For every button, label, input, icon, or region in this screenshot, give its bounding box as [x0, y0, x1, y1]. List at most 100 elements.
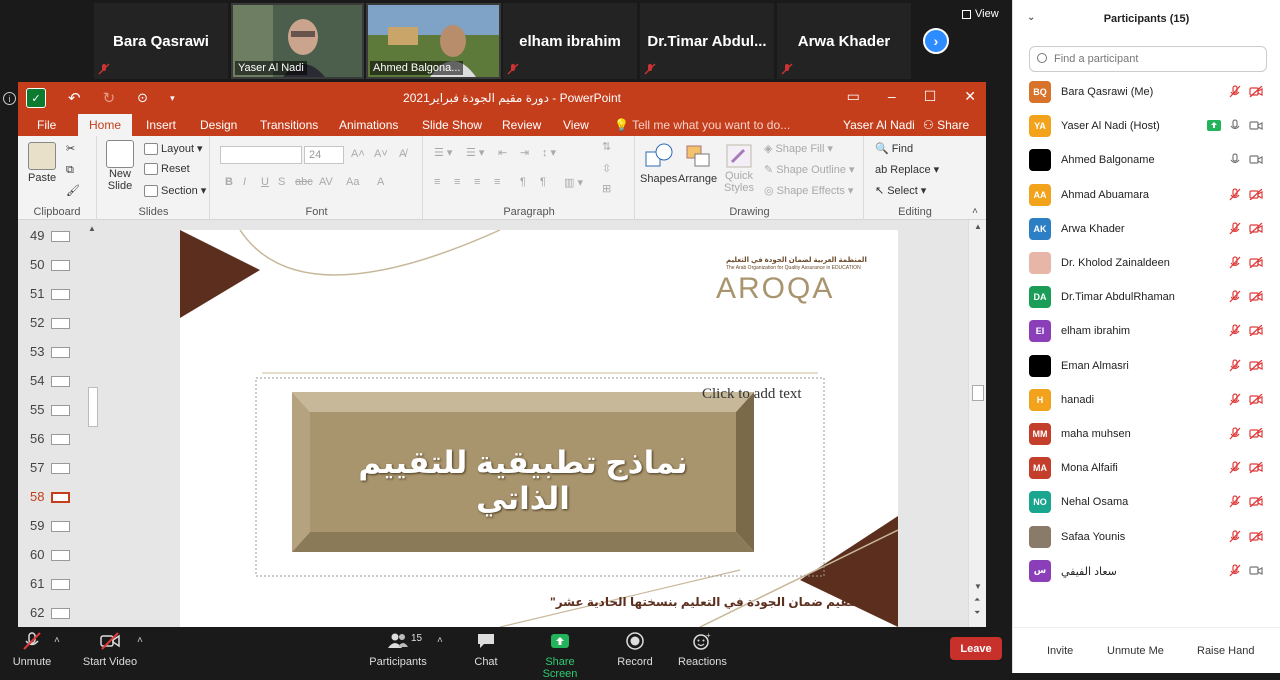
participant-row[interactable]: Dr. Kholod Zainaldeen [1013, 246, 1280, 280]
thumbnails-scrollbar[interactable]: ▲ [87, 222, 99, 627]
scroll-up-icon[interactable]: ▲ [974, 222, 982, 231]
shrink-font-icon[interactable]: A˅ [374, 148, 388, 160]
shadow-icon[interactable]: S [278, 176, 285, 188]
tab-insert[interactable]: Insert [146, 118, 176, 132]
slide-thumb[interactable]: 61 [18, 573, 98, 595]
participant-row[interactable]: YA Yaser Al Nadi (Host) [1013, 109, 1280, 143]
participant-row[interactable]: س سعاد الفيفي [1013, 554, 1280, 588]
participants-options-icon[interactable]: ˄ [437, 635, 443, 646]
next-slide-icon[interactable]: ⏷ [974, 608, 980, 618]
maximize-icon[interactable]: ☐ [924, 88, 937, 105]
participant-row[interactable]: BQ Bara Qasrawi (Me) [1013, 75, 1280, 109]
replace-button[interactable]: ab Replace ▾ [875, 163, 939, 177]
participant-row[interactable]: AK Arwa Khader [1013, 212, 1280, 246]
columns-icon[interactable]: ▥ ▾ [564, 176, 583, 189]
slide-thumb[interactable]: 54 [18, 370, 98, 392]
new-slide-button[interactable]: New Slide [106, 140, 134, 192]
shapes-button[interactable]: Shapes [640, 142, 677, 185]
share-button[interactable]: ⚇ Share [923, 118, 969, 132]
raise-hand-button[interactable]: Raise Hand [1189, 642, 1263, 660]
participant-row[interactable]: EI elham ibrahim [1013, 314, 1280, 348]
tab-design[interactable]: Design [200, 118, 237, 132]
participant-search-input[interactable]: Find a participant [1029, 46, 1267, 72]
grow-font-icon[interactable]: A˄ [351, 148, 365, 160]
text-direction-icon[interactable]: ⇅ [602, 140, 611, 153]
slide-thumb[interactable]: 50 [18, 254, 98, 276]
justify-icon[interactable]: ≡ [494, 176, 500, 188]
close-icon[interactable]: ✕ [964, 88, 976, 105]
slide-thumb[interactable]: 57 [18, 457, 98, 479]
scroll-down-icon[interactable]: ▼ [974, 582, 982, 591]
invite-button[interactable]: Invite [1039, 642, 1082, 660]
participant-row[interactable]: Ahmed Balgoname [1013, 143, 1280, 177]
video-tile-bara[interactable]: Bara Qasrawi [94, 3, 228, 79]
participant-row[interactable]: DA Dr.Timar AbdulRhaman [1013, 280, 1280, 314]
align-center-icon[interactable]: ≡ [454, 176, 460, 188]
scroll-up-icon[interactable]: ▲ [88, 224, 96, 233]
strikethrough-icon[interactable]: abc [295, 176, 313, 188]
rtl-icon[interactable]: ¶ [520, 176, 526, 188]
slide-thumb[interactable]: 55 [18, 399, 98, 421]
tab-review[interactable]: Review [502, 118, 541, 132]
participant-row[interactable]: MM maha muhsen [1013, 417, 1280, 451]
video-tile-ahmed[interactable]: Ahmed Balgona... [366, 3, 501, 79]
paste-button[interactable]: Paste [28, 142, 56, 184]
unmute-button[interactable]: Unmute [12, 632, 52, 668]
text-placeholder[interactable]: Click to add text [702, 386, 802, 403]
decrease-indent-icon[interactable]: ⇤ [498, 146, 507, 159]
italic-icon[interactable]: I [243, 176, 246, 188]
slide-thumb[interactable]: 52 [18, 312, 98, 334]
underline-icon[interactable]: U [261, 176, 269, 188]
tab-slide-show[interactable]: Slide Show [422, 118, 482, 132]
tab-view[interactable]: View [563, 118, 589, 132]
slide-canvas[interactable]: المنظمة العربية لضمان الجودة في التعليم … [180, 230, 898, 627]
section-button[interactable]: Section ▾ [144, 184, 206, 197]
view-button[interactable]: View [962, 8, 999, 20]
slide-main-title[interactable]: نماذج تطبيقية للتقييم الذاتي [310, 445, 736, 517]
ltr-icon[interactable]: ¶ [540, 176, 546, 188]
smartart-icon[interactable]: ⊞ [602, 182, 611, 195]
increase-indent-icon[interactable]: ⇥ [520, 146, 529, 159]
shape-fill-button[interactable]: ◈ Shape Fill ▾ [764, 142, 833, 156]
copy-icon[interactable]: ⧉ [66, 164, 74, 177]
change-case-icon[interactable]: Aa [346, 176, 359, 188]
reset-button[interactable]: Reset [144, 163, 190, 175]
minimize-icon[interactable]: – [888, 88, 896, 105]
align-right-icon[interactable]: ≡ [474, 176, 480, 188]
numbering-icon[interactable]: ☰ ▾ [466, 146, 484, 159]
cut-icon[interactable]: ✂ [66, 142, 75, 155]
shape-outline-button[interactable]: ✎ Shape Outline ▾ [764, 163, 854, 177]
start-video-button[interactable]: Start Video [82, 632, 138, 668]
previous-slide-icon[interactable]: ⏶ [974, 595, 980, 605]
scrollbar-thumb[interactable] [88, 387, 98, 427]
slide-thumb[interactable]: 49 [18, 225, 98, 247]
layout-button[interactable]: Layout ▾ [144, 142, 203, 155]
slide-thumb[interactable]: 51 [18, 283, 98, 305]
participant-row[interactable]: Safaa Younis [1013, 520, 1280, 554]
video-tile-timar[interactable]: Dr.Timar Abdul... [640, 3, 774, 79]
arrange-button[interactable]: Arrange [678, 142, 717, 185]
leave-button[interactable]: Leave [950, 637, 1002, 660]
participant-row[interactable]: MA Mona Alfaifi [1013, 451, 1280, 485]
video-tile-arwa[interactable]: Arwa Khader [777, 3, 911, 79]
slide-thumb[interactable]: 53 [18, 341, 98, 363]
slide-thumb[interactable]: 56 [18, 428, 98, 450]
participant-row[interactable]: AA Ahmad Abuamara [1013, 178, 1280, 212]
tab-transitions[interactable]: Transitions [260, 118, 318, 132]
clear-format-icon[interactable]: A̸ [399, 148, 406, 160]
tell-me-box[interactable]: 💡 Tell me what you want to do... [614, 118, 790, 132]
slide-thumb[interactable]: 59 [18, 515, 98, 537]
participant-row[interactable]: NO Nehal Osama [1013, 485, 1280, 519]
align-left-icon[interactable]: ≡ [434, 176, 440, 188]
chat-button[interactable]: Chat [470, 632, 502, 668]
font-size-input[interactable]: 24 [304, 146, 344, 164]
video-options-icon[interactable]: ˄ [137, 635, 143, 646]
bullets-icon[interactable]: ☰ ▾ [434, 146, 452, 159]
participant-row[interactable]: Eman Almasri [1013, 349, 1280, 383]
slide-thumb-selected[interactable]: 58 [18, 486, 98, 508]
video-tile-yaser[interactable]: Yaser Al Nadi [231, 3, 364, 79]
ribbon-display-icon[interactable]: ▭ [847, 88, 860, 105]
record-button[interactable]: Record [616, 632, 654, 668]
quick-styles-button[interactable]: Quick Styles [724, 142, 754, 194]
unmute-me-button[interactable]: Unmute Me [1099, 642, 1172, 660]
